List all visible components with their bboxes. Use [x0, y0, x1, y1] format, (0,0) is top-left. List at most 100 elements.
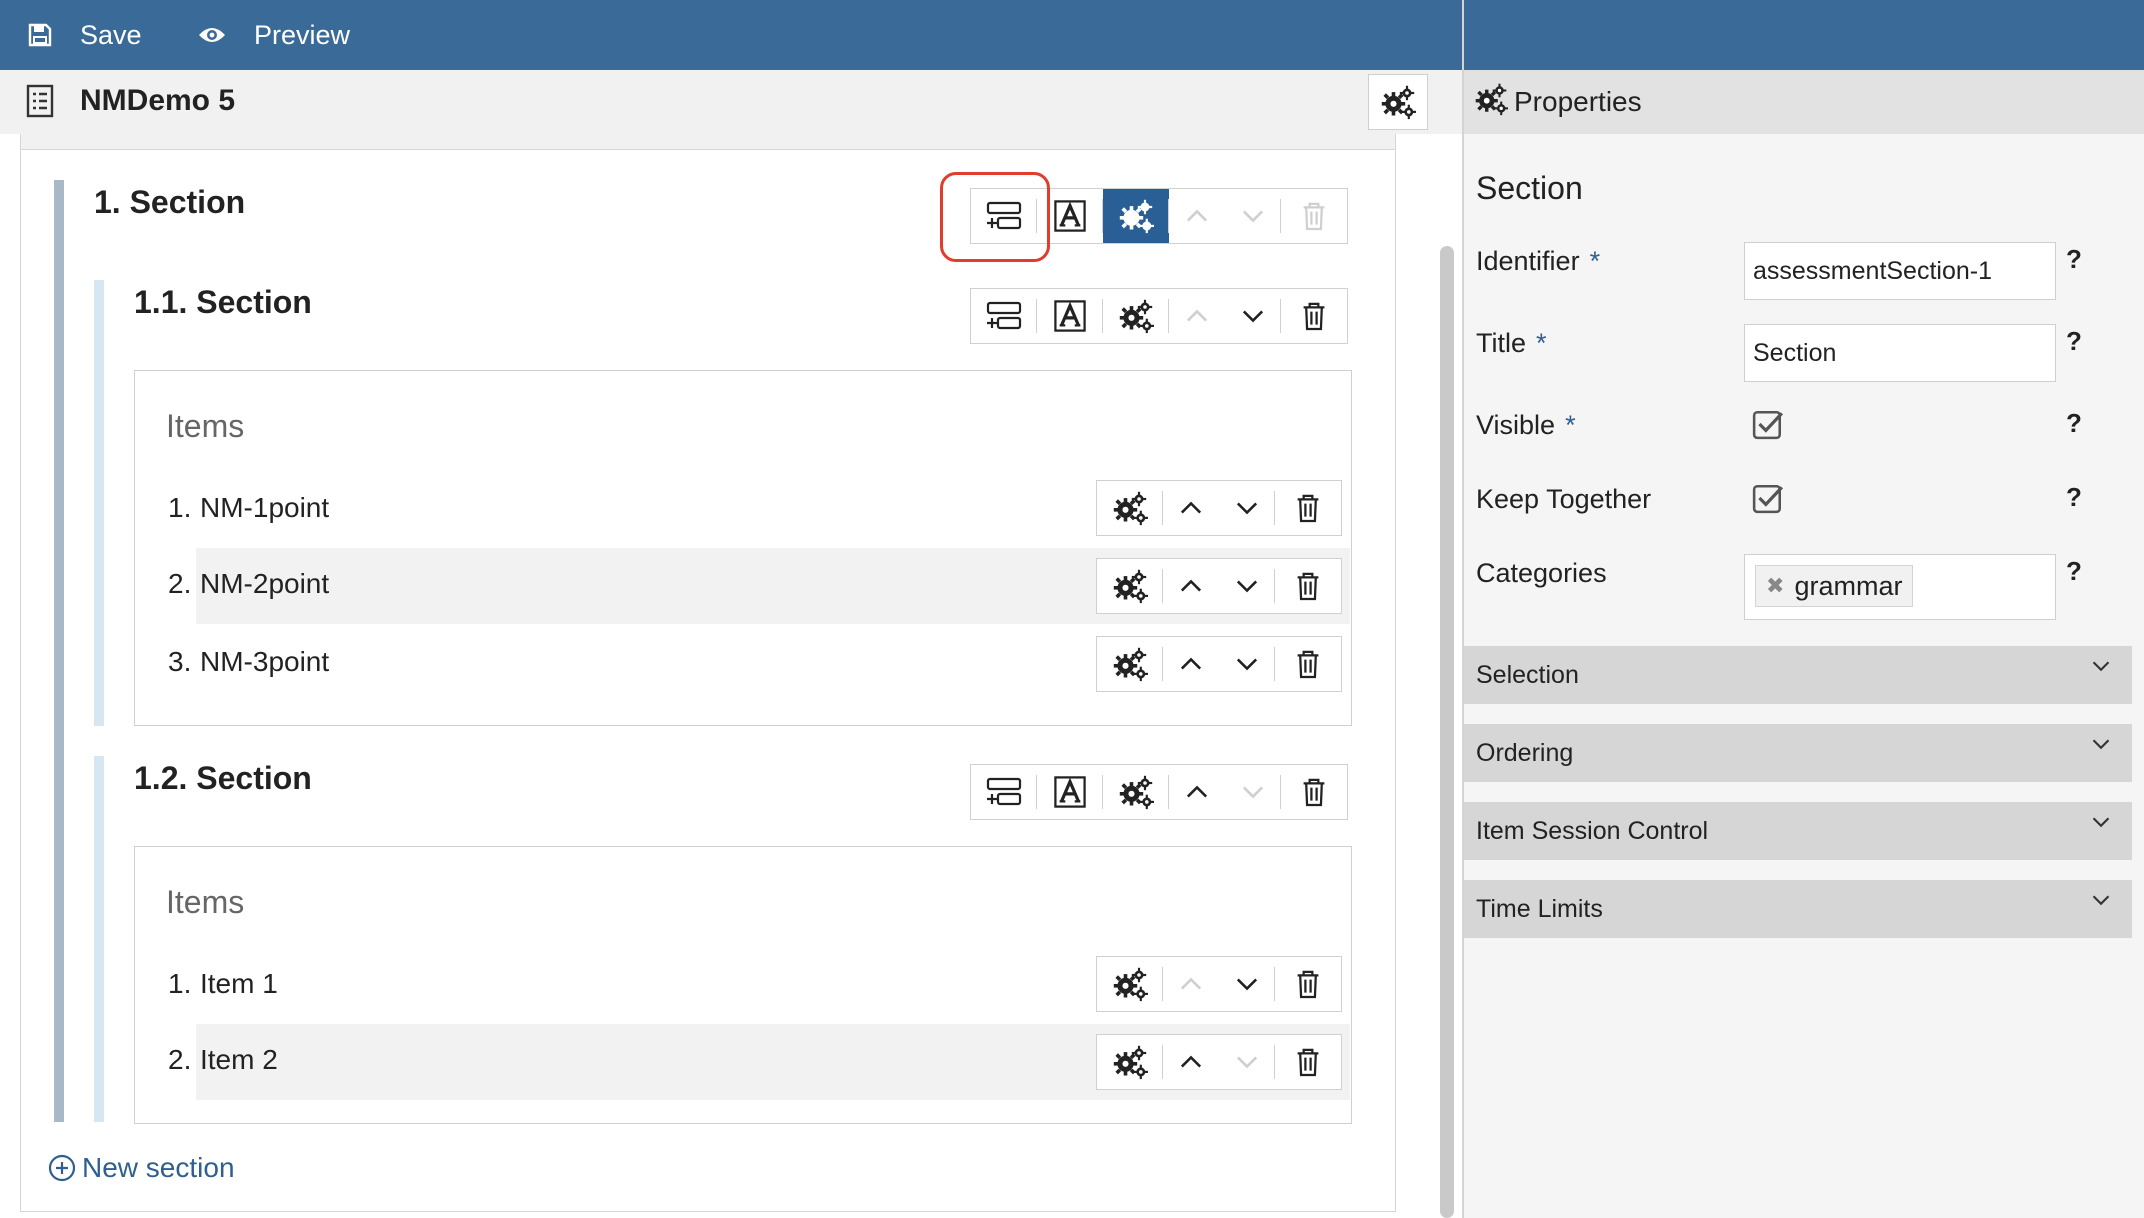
- item-label[interactable]: Item 1: [200, 968, 278, 1000]
- accordion-time-limits[interactable]: Time Limits: [1464, 880, 2132, 938]
- accordion-ordering[interactable]: Ordering: [1464, 724, 2132, 782]
- chevron-down-icon: [1236, 977, 1258, 991]
- chevron-down-icon: [2092, 660, 2110, 672]
- move-up-button[interactable]: [1163, 559, 1219, 613]
- rubric-block-button[interactable]: [1037, 289, 1103, 343]
- section-properties-button[interactable]: [1103, 189, 1169, 243]
- add-subsection-button[interactable]: [971, 765, 1037, 819]
- properties-topbar: [1464, 0, 2144, 70]
- visible-help-icon[interactable]: ?: [2066, 408, 2082, 439]
- eye-icon: [199, 28, 225, 42]
- chevron-up-icon: [1186, 785, 1208, 799]
- section-1-2-toolbar: [970, 764, 1348, 820]
- categories-help-icon[interactable]: ?: [2066, 556, 2082, 587]
- keep-together-help-icon[interactable]: ?: [2066, 482, 2082, 513]
- identifier-help-icon[interactable]: ?: [2066, 244, 2082, 275]
- properties-title: Properties: [1514, 86, 1642, 117]
- identifier-input[interactable]: [1744, 242, 2056, 300]
- gears-icon: [1474, 82, 1508, 116]
- delete-item-button[interactable]: [1275, 481, 1341, 535]
- gears-icon: [1118, 198, 1154, 234]
- delete-section-button[interactable]: [1281, 765, 1347, 819]
- gears-icon: [1112, 646, 1148, 682]
- delete-section-button[interactable]: [1281, 289, 1347, 343]
- gears-icon: [1112, 568, 1148, 604]
- delete-item-button[interactable]: [1275, 1035, 1341, 1089]
- accordion-item-session-control[interactable]: Item Session Control: [1464, 802, 2132, 860]
- move-down-button[interactable]: [1219, 481, 1275, 535]
- delete-item-button[interactable]: [1275, 957, 1341, 1011]
- title-bar: NMDemo 5: [0, 70, 1462, 134]
- move-up-button[interactable]: [1169, 189, 1225, 243]
- trash-icon: [1295, 1047, 1321, 1077]
- items-heading: Items: [166, 408, 245, 444]
- new-section-link[interactable]: New section: [48, 1152, 235, 1184]
- section-properties-button[interactable]: [1103, 765, 1169, 819]
- remove-tag-icon[interactable]: ✖: [1766, 573, 1784, 599]
- trash-icon: [1301, 777, 1327, 807]
- scrollbar[interactable]: [1440, 246, 1454, 1218]
- item-number: 2.: [168, 568, 192, 599]
- chevron-up-icon: [1180, 501, 1202, 515]
- top-toolbar: Save Preview: [0, 0, 1462, 70]
- text-a-icon: [1054, 776, 1086, 808]
- add-subsection-button[interactable]: [971, 289, 1037, 343]
- rubric-block-button[interactable]: [1037, 765, 1103, 819]
- accordion-selection[interactable]: Selection: [1464, 646, 2132, 704]
- item-properties-button[interactable]: [1097, 957, 1163, 1011]
- gears-icon: [1118, 774, 1154, 810]
- test-settings-button[interactable]: [1368, 74, 1428, 130]
- title-help-icon[interactable]: ?: [2066, 326, 2082, 357]
- move-up-button[interactable]: [1163, 957, 1219, 1011]
- section-1-1-title[interactable]: 1.1. Section: [134, 284, 312, 321]
- chevron-down-icon: [2092, 816, 2110, 828]
- move-down-button[interactable]: [1219, 559, 1275, 613]
- title-input[interactable]: [1744, 324, 2056, 382]
- delete-item-button[interactable]: [1275, 559, 1341, 613]
- delete-section-button[interactable]: [1281, 189, 1347, 243]
- identifier-label: Identifier *: [1476, 246, 1601, 276]
- visible-checkbox[interactable]: [1752, 408, 1784, 440]
- move-down-button[interactable]: [1219, 637, 1275, 691]
- delete-item-button[interactable]: [1275, 637, 1341, 691]
- preview-button[interactable]: Preview: [198, 0, 350, 70]
- gears-icon: [1112, 1044, 1148, 1080]
- section-1-2-title[interactable]: 1.2. Section: [134, 760, 312, 797]
- item-label[interactable]: NM-1point: [200, 492, 329, 524]
- keep-together-checkbox[interactable]: [1752, 482, 1784, 514]
- trash-icon: [1301, 201, 1327, 231]
- category-tag[interactable]: ✖ grammar: [1755, 565, 1914, 607]
- save-button[interactable]: Save: [28, 0, 142, 70]
- section-properties-button[interactable]: [1103, 289, 1169, 343]
- trash-icon: [1295, 649, 1321, 679]
- item-properties-button[interactable]: [1097, 481, 1163, 535]
- section-1-title[interactable]: 1. Section: [94, 184, 245, 221]
- item-label[interactable]: Item 2: [200, 1044, 278, 1076]
- gears-icon: [1118, 298, 1154, 334]
- item-properties-button[interactable]: [1097, 637, 1163, 691]
- item-properties-button[interactable]: [1097, 1035, 1163, 1089]
- item-label[interactable]: NM-2point: [200, 568, 329, 600]
- categories-input[interactable]: ✖ grammar: [1744, 554, 2056, 620]
- move-up-button[interactable]: [1163, 1035, 1219, 1089]
- move-up-button[interactable]: [1169, 765, 1225, 819]
- chevron-up-icon: [1180, 657, 1202, 671]
- move-down-button[interactable]: [1225, 765, 1281, 819]
- gears-icon: [1112, 490, 1148, 526]
- trash-icon: [1301, 301, 1327, 331]
- move-down-button[interactable]: [1225, 189, 1281, 243]
- move-down-button[interactable]: [1219, 957, 1275, 1011]
- move-down-button[interactable]: [1219, 1035, 1275, 1089]
- properties-header: Properties: [1464, 70, 2144, 134]
- section-1-bar: [54, 180, 64, 1122]
- add-subsection-icon: [986, 301, 1022, 331]
- move-up-button[interactable]: [1169, 289, 1225, 343]
- section-1-2-bar: [94, 756, 104, 1122]
- move-up-button[interactable]: [1163, 637, 1219, 691]
- item-properties-button[interactable]: [1097, 559, 1163, 613]
- item-toolbar: [1096, 480, 1342, 536]
- item-label[interactable]: NM-3point: [200, 646, 329, 678]
- categories-label: Categories: [1476, 558, 1607, 588]
- move-up-button[interactable]: [1163, 481, 1219, 535]
- move-down-button[interactable]: [1225, 289, 1281, 343]
